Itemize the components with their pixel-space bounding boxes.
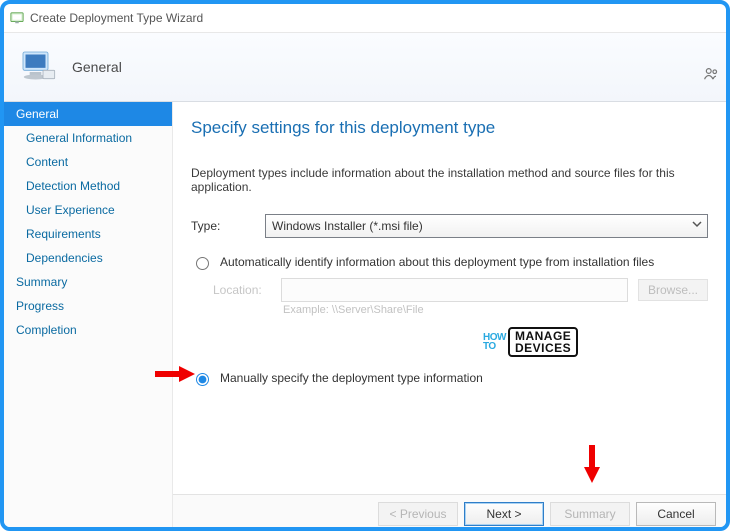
sidebar-item-label: Dependencies bbox=[26, 251, 103, 265]
sidebar-item-label: General Information bbox=[26, 131, 132, 145]
sidebar-item-user-experience[interactable]: User Experience bbox=[4, 198, 172, 222]
watermark-box: MANAGEDEVICES bbox=[508, 327, 578, 357]
type-select[interactable]: Windows Installer (*.msi file) bbox=[265, 214, 708, 238]
type-label: Type: bbox=[191, 219, 251, 233]
sidebar-item-general-information[interactable]: General Information bbox=[4, 126, 172, 150]
sidebar-item-content[interactable]: Content bbox=[4, 150, 172, 174]
window-title: Create Deployment Type Wizard bbox=[30, 11, 203, 25]
header-band: General bbox=[4, 33, 726, 102]
computer-icon bbox=[18, 47, 58, 87]
wizard-content: Specify settings for this deployment typ… bbox=[173, 102, 726, 531]
cancel-button[interactable]: Cancel bbox=[636, 502, 716, 526]
radio-auto-label: Automatically identify information about… bbox=[220, 255, 654, 269]
radio-auto[interactable] bbox=[196, 257, 209, 270]
next-button[interactable]: Next > bbox=[464, 502, 544, 526]
sidebar-item-dependencies[interactable]: Dependencies bbox=[4, 246, 172, 270]
sidebar-item-label: Detection Method bbox=[26, 179, 120, 193]
watermark-logo: HOWTO MANAGEDEVICES bbox=[483, 327, 578, 357]
browse-button: Browse... bbox=[638, 279, 708, 301]
location-label: Location: bbox=[213, 283, 271, 297]
sidebar-item-label: Completion bbox=[16, 323, 77, 337]
page-heading: Specify settings for this deployment typ… bbox=[191, 118, 708, 138]
sidebar-item-label: User Experience bbox=[26, 203, 115, 217]
sidebar-item-label: General bbox=[16, 107, 59, 121]
app-icon bbox=[10, 11, 24, 25]
page-description: Deployment types include information abo… bbox=[191, 166, 708, 194]
wizard-sidebar: General General Information Content Dete… bbox=[4, 102, 173, 531]
summary-button: Summary bbox=[550, 502, 630, 526]
sidebar-item-completion[interactable]: Completion bbox=[4, 318, 172, 342]
radio-manual[interactable] bbox=[196, 373, 209, 386]
location-input bbox=[281, 278, 628, 302]
radio-manual-label: Manually specify the deployment type inf… bbox=[220, 371, 483, 385]
sidebar-item-label: Requirements bbox=[26, 227, 101, 241]
people-icon[interactable] bbox=[702, 65, 720, 83]
arrow-right-icon bbox=[153, 364, 195, 384]
type-select-value: Windows Installer (*.msi file) bbox=[272, 219, 423, 233]
header-title: General bbox=[72, 59, 122, 75]
wizard-window: Create Deployment Type Wizard General Ge… bbox=[0, 0, 730, 531]
arrow-down-icon bbox=[581, 443, 603, 483]
sidebar-item-summary[interactable]: Summary bbox=[4, 270, 172, 294]
chevron-down-icon bbox=[691, 218, 703, 233]
sidebar-item-label: Summary bbox=[16, 275, 67, 289]
sidebar-item-label: Content bbox=[26, 155, 68, 169]
sidebar-item-progress[interactable]: Progress bbox=[4, 294, 172, 318]
sidebar-item-detection-method[interactable]: Detection Method bbox=[4, 174, 172, 198]
previous-button: < Previous bbox=[378, 502, 458, 526]
watermark-small: HOWTO bbox=[483, 333, 506, 351]
location-example: Example: \\Server\Share\File bbox=[283, 304, 708, 316]
sidebar-item-label: Progress bbox=[16, 299, 64, 313]
titlebar: Create Deployment Type Wizard bbox=[4, 4, 726, 33]
wizard-footer: < Previous Next > Summary Cancel bbox=[173, 494, 726, 531]
sidebar-item-requirements[interactable]: Requirements bbox=[4, 222, 172, 246]
sidebar-item-general[interactable]: General bbox=[4, 102, 172, 126]
